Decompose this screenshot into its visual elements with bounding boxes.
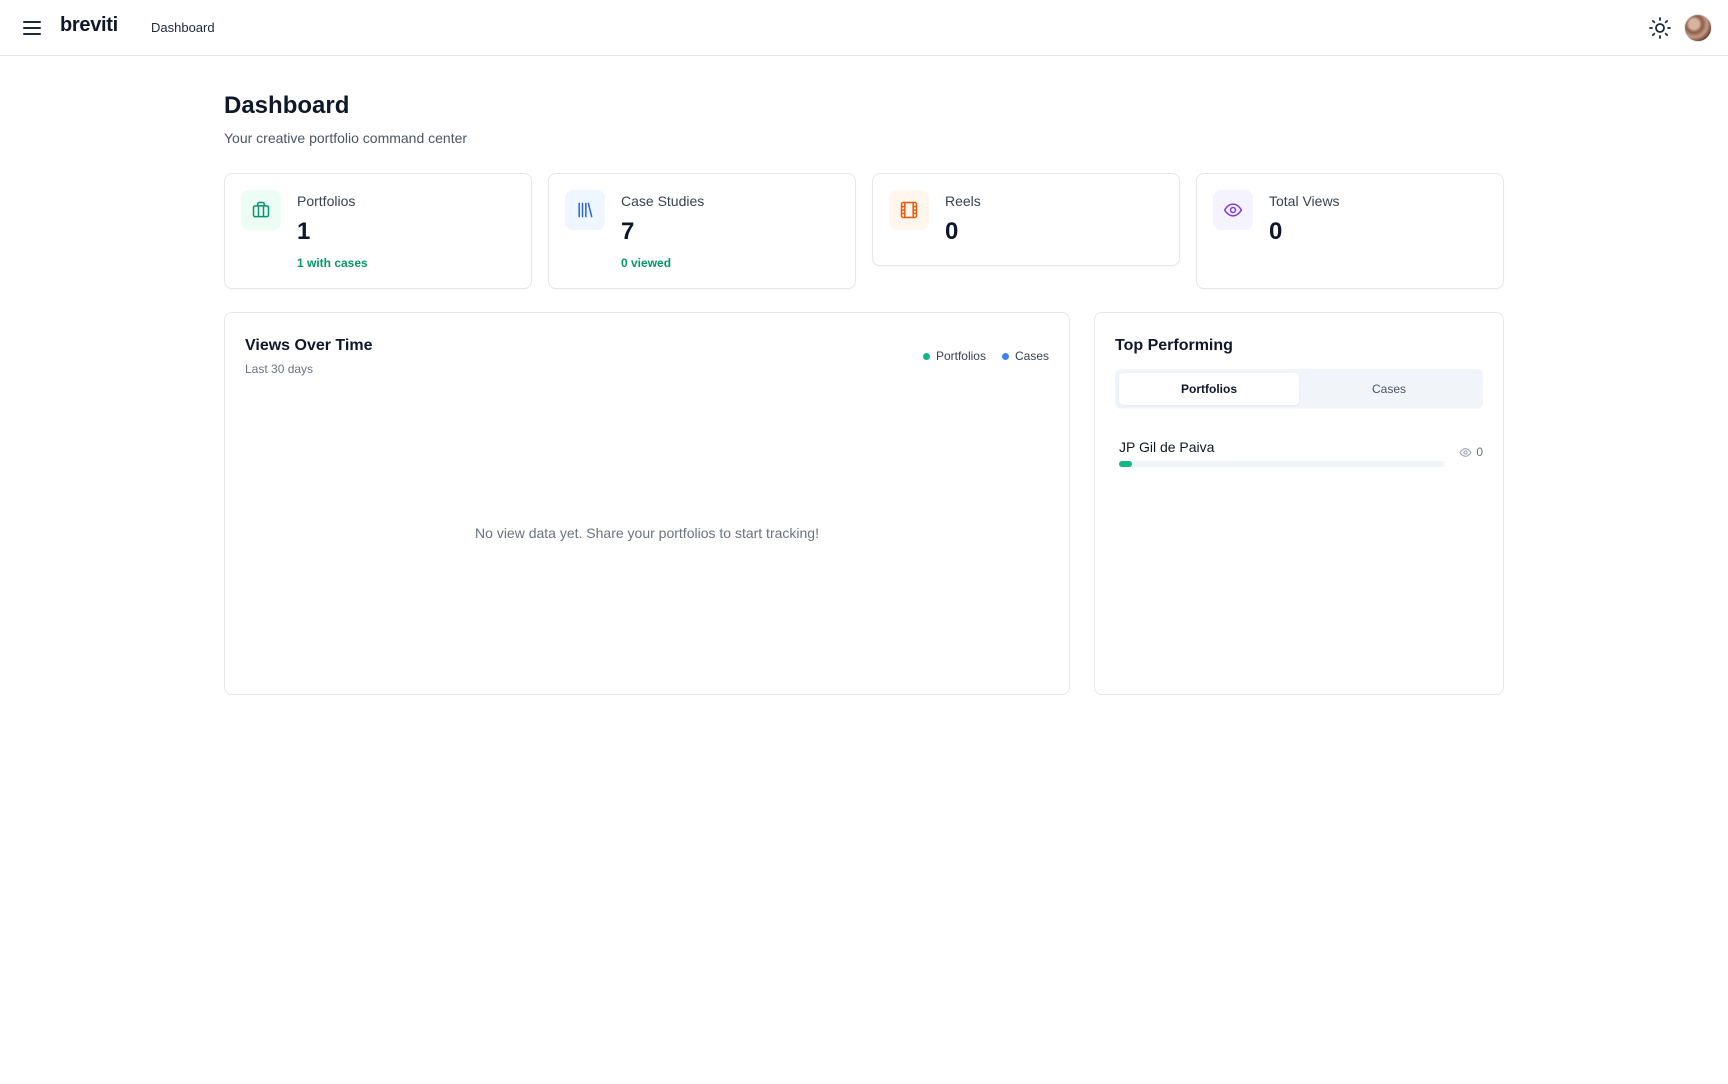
stat-label: Total Views — [1269, 193, 1340, 209]
stat-label: Case Studies — [621, 193, 705, 209]
views-progress-fill — [1119, 461, 1133, 467]
top-performing-panel: Top Performing Portfolios Cases JP Gil d… — [1094, 312, 1504, 695]
stat-value: 0 — [1269, 218, 1283, 245]
avatar[interactable] — [1684, 14, 1712, 42]
legend-dot — [1001, 352, 1009, 360]
stat-card-total-views[interactable]: Total Views 0 — [1196, 173, 1504, 289]
sun-icon[interactable] — [1648, 16, 1672, 40]
panel-subtitle: Last 30 days — [245, 362, 314, 376]
legend-label: Portfolios — [935, 349, 986, 363]
stat-label: Reels — [945, 193, 981, 209]
stat-card-portfolios[interactable]: Portfolios 1 1 with cases — [224, 173, 532, 289]
stat-label: Portfolios — [297, 193, 356, 209]
eye-icon — [1213, 190, 1253, 230]
top-performing-tabs: Portfolios Cases — [1115, 369, 1483, 409]
legend-item-cases: Cases — [1001, 349, 1049, 363]
tab-portfolios[interactable]: Portfolios — [1119, 373, 1299, 405]
portfolio-name: JP Gil de Paiva — [1119, 439, 1215, 455]
panel-title: Views Over Time — [245, 337, 373, 354]
top-bar: breviti Dashboard — [0, 0, 1728, 56]
stat-sub: 1 with cases — [297, 256, 368, 270]
view-count-value: 0 — [1476, 445, 1483, 459]
legend-label: Cases — [1014, 349, 1049, 363]
library-icon — [565, 190, 605, 230]
briefcase-icon — [241, 190, 281, 230]
panel-title: Top Performing — [1115, 337, 1233, 354]
list-item[interactable]: JP Gil de Paiva 0 — [1119, 439, 1483, 469]
eye-icon — [1459, 447, 1472, 457]
page-title: Dashboard — [224, 92, 350, 119]
stat-sub: 0 viewed — [621, 256, 672, 270]
stat-value: 0 — [945, 218, 959, 245]
stat-card-case-studies[interactable]: Case Studies 7 0 viewed — [548, 173, 856, 289]
legend-item-portfolios: Portfolios — [922, 349, 986, 363]
views-over-time-panel: Views Over Time Last 30 days Portfolios … — [224, 312, 1070, 695]
empty-state-message: No view data yet. Share your portfolios … — [475, 525, 819, 541]
tab-cases[interactable]: Cases — [1299, 373, 1479, 405]
stat-value: 1 — [297, 218, 311, 245]
view-count: 0 — [1459, 445, 1483, 459]
views-progress-bar — [1119, 461, 1445, 467]
legend-dot — [922, 352, 930, 360]
film-icon — [889, 190, 929, 230]
brand-logo[interactable]: breviti — [60, 14, 118, 37]
breadcrumb: Dashboard — [151, 20, 215, 35]
page-subtitle: Your creative portfolio command center — [224, 130, 468, 146]
stat-card-reels[interactable]: Reels 0 — [872, 173, 1180, 266]
stat-value: 7 — [621, 218, 635, 245]
menu-icon[interactable] — [22, 18, 42, 38]
chart-legend: Portfolios Cases — [922, 349, 1049, 363]
